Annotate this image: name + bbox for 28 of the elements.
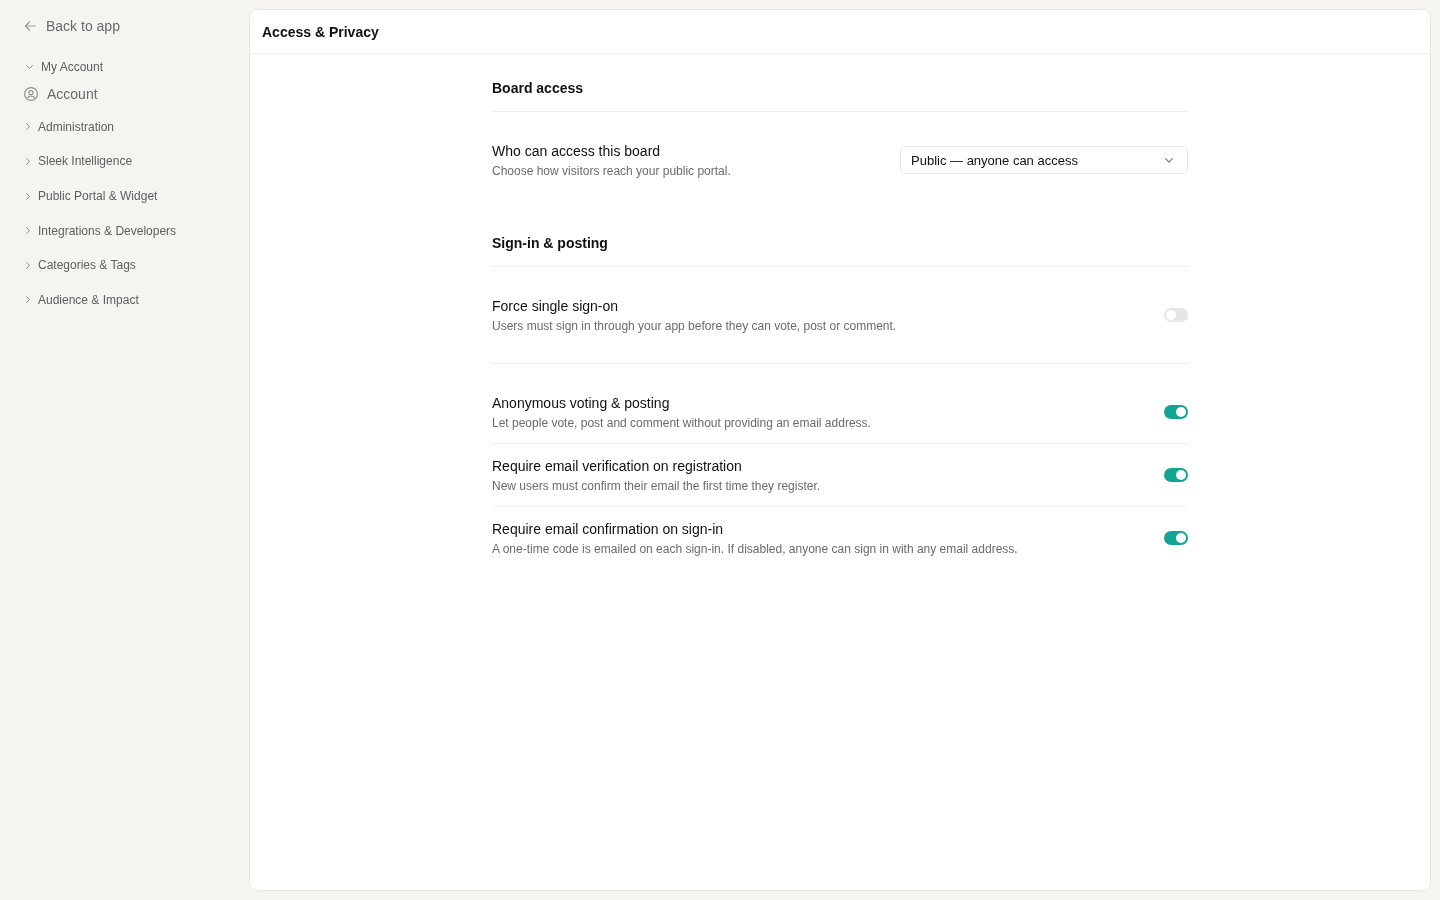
nav-group[interactable]: Integrations & Developers [24, 213, 177, 248]
access-dropdown[interactable]: Public — anyone can access [900, 146, 1188, 174]
setting-description: Choose how visitors reach your public portal. [492, 163, 731, 179]
user-circle-icon [24, 86, 38, 101]
nav-group[interactable]: Categories & Tags [24, 247, 136, 283]
toggle-switch[interactable] [1164, 468, 1188, 482]
section-title: Sign-in & posting [492, 233, 1188, 267]
nav-group[interactable]: Administration [24, 109, 115, 145]
setting-description: A one-time code is emailed on each sign-in. If disabled, anyone can sign in with any email address. [492, 541, 1018, 557]
chevron-down-icon [1165, 157, 1173, 163]
page-title: Access & Privacy [262, 23, 379, 40]
setting-description: Let people vote, post and comment without providing an email address. [492, 415, 871, 431]
setting-label: Force single sign-on [492, 297, 620, 316]
toggle-switch[interactable] [1164, 405, 1188, 419]
back-link[interactable]: Back to app [24, 16, 120, 36]
section-title: Board access [492, 78, 1188, 112]
nav-group[interactable]: Sleek Intelligence [24, 144, 133, 179]
setting-label: Anonymous voting & posting [492, 394, 671, 413]
toggle-switch[interactable] [1164, 531, 1188, 545]
setting-label: Require email confirmation on sign-in [492, 520, 725, 539]
setting-label: Who can access this board [492, 142, 662, 161]
toggle-switch[interactable] [1164, 308, 1188, 322]
setting-description: Users must sign in through your app before they can vote, post or comment. [492, 318, 897, 334]
setting-description: New users must confirm their email the first time they register. [492, 478, 821, 494]
arrow-left-icon [24, 20, 36, 32]
nav-group[interactable]: Public Portal & Widget [24, 178, 158, 214]
nav-group[interactable]: Audience & Impact [24, 282, 139, 318]
setting-label: Require email verification on registration [492, 457, 743, 476]
